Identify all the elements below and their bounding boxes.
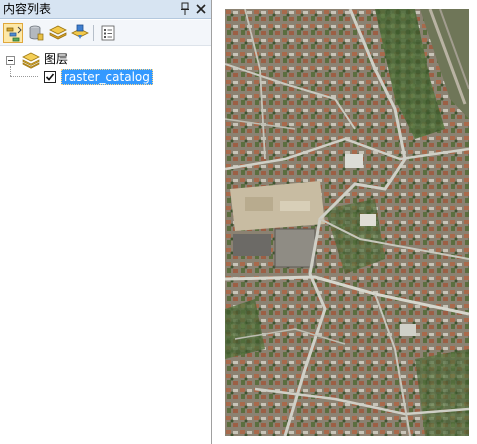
toc-toolbar: [0, 20, 211, 46]
selection-icon: [71, 24, 89, 39]
list-by-selection-button[interactable]: [70, 23, 90, 43]
panel-title: 内容列表: [3, 2, 52, 16]
list-by-drawing-order-button[interactable]: [3, 23, 23, 43]
tree-connector-branch: [10, 76, 38, 77]
aerial-imagery-icon: [225, 9, 469, 436]
source-cylinder-icon: [29, 25, 44, 41]
visibility-layers-icon: [49, 25, 67, 40]
checkmark-icon: [45, 73, 55, 81]
close-icon: [196, 4, 206, 14]
list-by-source-button[interactable]: [26, 23, 46, 43]
pin-icon: [181, 2, 189, 15]
options-button[interactable]: [98, 23, 118, 43]
close-button[interactable]: [194, 2, 208, 16]
tree-connector: [10, 66, 11, 76]
pin-button[interactable]: [178, 2, 192, 16]
layer-visibility-checkbox[interactable]: [44, 71, 56, 83]
toolbar-separator: [93, 25, 94, 41]
layer-name-label[interactable]: raster_catalog: [61, 69, 153, 85]
options-list-icon: [101, 25, 115, 41]
table-of-contents-panel: 内容列表 图层 raster_catalog: [0, 0, 212, 444]
map-view[interactable]: [225, 9, 469, 436]
layer-tree: 图层 raster_catalog: [0, 48, 211, 444]
collapse-toggle[interactable]: [6, 56, 15, 65]
drawing-order-icon: [6, 26, 22, 42]
list-by-visibility-button[interactable]: [48, 23, 68, 43]
panel-titlebar[interactable]: 内容列表: [0, 0, 211, 19]
layers-group-label[interactable]: 图层: [44, 52, 68, 66]
layers-stack-icon: [22, 52, 40, 69]
